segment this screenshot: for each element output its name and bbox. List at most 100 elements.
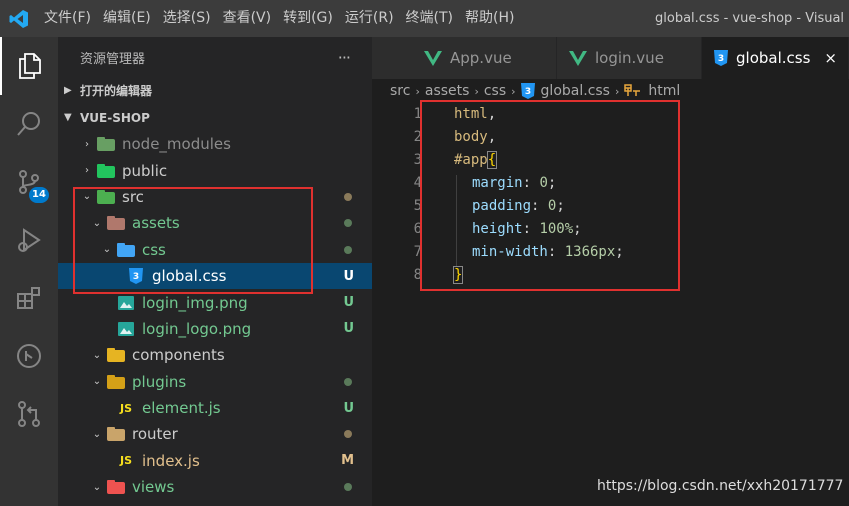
menu-view[interactable]: 查看(V) (217, 0, 278, 37)
tree-item-components[interactable]: ⌄ components (58, 342, 372, 368)
project-section[interactable]: ▼ VUE-SHOP (58, 104, 372, 131)
menu-go[interactable]: 转到(G) (277, 0, 339, 37)
chevron-right-icon: › (511, 84, 516, 98)
tab-login-vue[interactable]: login.vue (557, 37, 702, 79)
selector-token: html (454, 106, 488, 122)
breadcrumb-css[interactable]: css (484, 83, 506, 99)
svg-text:3: 3 (524, 87, 530, 97)
window-title: global.css - vue-shop - Visual S (655, 11, 849, 26)
tree-item-router[interactable]: ⌄ router (58, 421, 372, 447)
git-status-badge: U (343, 295, 354, 311)
editor-tabs: App.vue login.vue 3 global.css × (372, 37, 849, 79)
menu-run[interactable]: 运行(R) (339, 0, 400, 37)
source-control-icon[interactable]: 14 (0, 153, 58, 211)
git-status-badge: M (341, 453, 354, 469)
pull-request-icon[interactable] (0, 385, 58, 443)
tree-item-label: element.js (142, 399, 221, 418)
punctuation-token: , (487, 129, 497, 145)
line-number: 1 (413, 106, 422, 122)
chevron-down-icon: ⌄ (92, 217, 102, 229)
chevron-down-icon: ⌄ (102, 244, 112, 256)
code-editor[interactable]: 1 2 3 4 5 6 7 8 html, body, #app{ margin… (372, 103, 849, 506)
property-token: margin (472, 175, 523, 191)
modified-dot (344, 192, 352, 201)
chevron-right-icon: › (85, 138, 89, 150)
menu-selection[interactable]: 选择(S) (157, 0, 217, 37)
assets-folder-icon (106, 215, 126, 231)
tree-item-login-img[interactable]: login_img.png U (58, 289, 372, 315)
chevron-right-icon: ▶ (64, 85, 72, 96)
open-editors-section[interactable]: ▶ 打开的编辑器 (58, 77, 372, 104)
tree-item-assets[interactable]: ⌄ assets (58, 210, 372, 236)
property-token: min-width (472, 244, 548, 260)
selector-token: body (454, 129, 488, 145)
selector-token: #app (454, 152, 488, 168)
tree-item-element-js[interactable]: JS element.js U (58, 395, 372, 421)
run-debug-icon[interactable] (0, 211, 58, 269)
explorer-title: 资源管理器 (80, 51, 146, 67)
tab-app-vue[interactable]: App.vue (372, 37, 557, 79)
title-bar: 文件(F) 编辑(E) 选择(S) 查看(V) 转到(G) 运行(R) 终端(T… (0, 0, 849, 37)
code-line: height: 100%; (472, 221, 582, 237)
views-folder-icon (106, 479, 126, 495)
breadcrumb-src[interactable]: src (390, 83, 410, 99)
untracked-dot (344, 245, 352, 254)
git-status-badge: U (343, 400, 354, 416)
watermark: https://blog.csdn.net/xxh20171777 (597, 478, 844, 494)
chevron-right-icon: › (614, 84, 620, 98)
line-number: 4 (413, 175, 422, 191)
menu-file[interactable]: 文件(F) (38, 0, 97, 37)
tree-item-label: plugins (132, 372, 187, 391)
modified-dot (344, 430, 352, 439)
tree-item-views[interactable]: ⌄ views (58, 474, 372, 500)
public-folder-icon (96, 163, 116, 179)
tab-label: login.vue (595, 49, 664, 67)
explorer-header: 资源管理器 ··· (58, 37, 372, 77)
tree-item-label: css (142, 240, 166, 259)
menu-terminal[interactable]: 终端(T) (400, 0, 459, 37)
svg-text:3: 3 (718, 54, 724, 64)
tree-item-label: public (122, 161, 168, 180)
code-line: #app{ (454, 151, 498, 169)
tree-item-plugins[interactable]: ⌄ plugins (58, 369, 372, 395)
breadcrumb-assets[interactable]: assets (425, 83, 470, 99)
menu-help[interactable]: 帮助(H) (459, 0, 520, 37)
more-actions-icon[interactable]: ··· (338, 48, 351, 67)
breadcrumb-symbol[interactable]: html (648, 83, 680, 99)
brace-token: } (452, 266, 464, 284)
tree-item-global-css[interactable]: 3 global.css U (58, 262, 372, 290)
property-token: padding (472, 198, 532, 214)
activity-bar: 14 (0, 37, 58, 506)
tree-item-label: login_logo.png (142, 319, 252, 338)
tab-global-css[interactable]: 3 global.css × (702, 37, 849, 79)
close-icon[interactable]: × (824, 49, 837, 67)
image-file-icon (116, 295, 136, 311)
chevron-down-icon: ⌄ (92, 349, 102, 361)
vscode-logo-icon (0, 0, 38, 37)
tree-item-label: login_img.png (142, 293, 248, 312)
code-line: margin: 0; (472, 175, 557, 191)
untracked-dot (344, 377, 352, 386)
value-token: 0 (539, 175, 548, 191)
tab-label: App.vue (450, 49, 512, 67)
tree-item-login-logo[interactable]: login_logo.png U (58, 316, 372, 342)
tree-item-index-js[interactable]: JS index.js M (58, 448, 372, 474)
tree-item-src[interactable]: ⌄ src (58, 184, 372, 210)
tree-item-label: index.js (142, 451, 200, 470)
chevron-down-icon: ⌄ (82, 191, 92, 203)
menu-edit[interactable]: 编辑(E) (97, 0, 157, 37)
extensions-icon[interactable] (0, 269, 58, 327)
breadcrumb-file[interactable]: global.css (541, 83, 610, 99)
tree-item-node-modules[interactable]: › node_modules (58, 131, 372, 157)
untracked-dot (344, 483, 352, 492)
breadcrumb: src › assets › css › 3 global.css › html (390, 79, 680, 103)
remote-explorer-icon[interactable] (0, 327, 58, 385)
open-editors-label: 打开的编辑器 (80, 84, 153, 98)
explorer-icon[interactable] (0, 37, 58, 95)
tree-item-public[interactable]: › public (58, 157, 372, 183)
search-icon[interactable] (0, 95, 58, 153)
tree-item-label: src (122, 187, 144, 206)
vue-file-icon (569, 50, 587, 66)
punctuation-token: , (487, 106, 497, 122)
tree-item-css[interactable]: ⌄ css (58, 237, 372, 263)
